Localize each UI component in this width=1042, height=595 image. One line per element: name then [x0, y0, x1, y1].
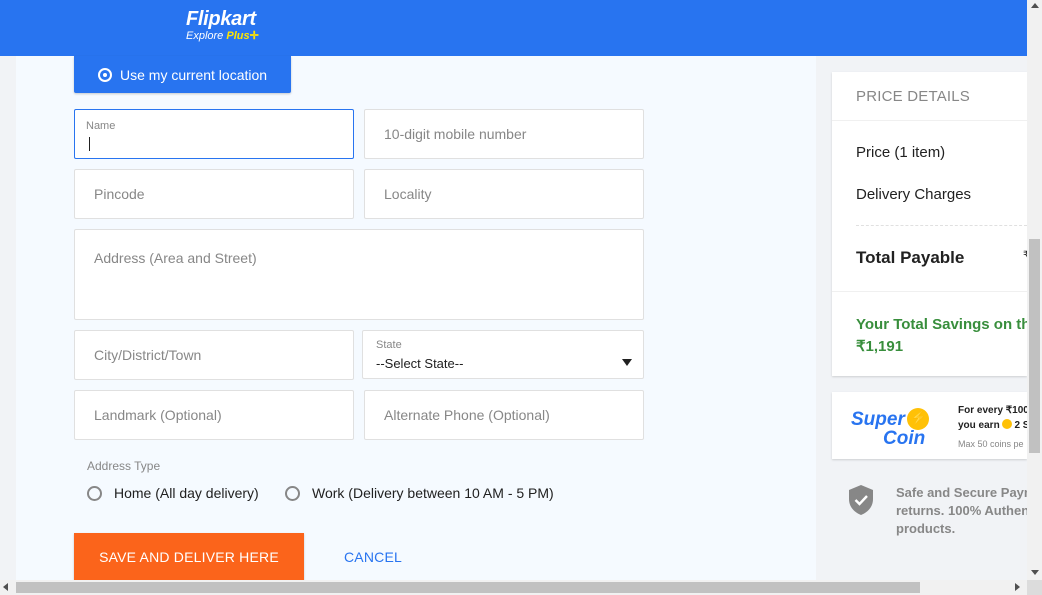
logo-name: Flipkart — [186, 8, 256, 30]
supercoin-earn-value: 2 S — [1014, 420, 1027, 431]
supercoin-info: For every ₹100 you earn 2 S Max 50 coins… — [958, 403, 1027, 452]
target-icon — [98, 67, 112, 82]
radio-home[interactable]: Home (All day delivery) — [87, 485, 259, 501]
state-label: State — [376, 339, 402, 351]
secure-line3: products. — [896, 521, 956, 536]
tagline-prefix: Explore — [186, 30, 227, 42]
city-placeholder: City/District/Town — [94, 347, 202, 363]
mobile-placeholder: 10-digit mobile number — [384, 126, 527, 142]
logo-tagline: Explore Plus✛ — [186, 30, 259, 42]
supercoin-line2: you earn 2 S — [958, 418, 1027, 433]
total-savings: Your Total Savings on th ₹1,191 — [856, 314, 1027, 358]
landmark-field[interactable]: Landmark (Optional) — [74, 390, 354, 440]
supercoin-icon — [906, 408, 929, 430]
supercoin-logo-line2: Coin — [883, 428, 926, 449]
page-left-gutter — [0, 56, 16, 580]
mobile-number-field[interactable]: 10-digit mobile number — [364, 109, 644, 159]
tagline-plus: Plus — [226, 30, 250, 42]
scroll-down-icon[interactable] — [1031, 570, 1039, 575]
pincode-field[interactable]: Pincode — [74, 169, 354, 219]
alternate-phone-placeholder: Alternate Phone (Optional) — [384, 407, 550, 423]
horizontal-scrollbar[interactable] — [0, 580, 1027, 595]
radio-work-label: Work (Delivery between 10 AM - 5 PM) — [312, 485, 554, 501]
savings-label: Your Total Savings on th — [856, 316, 1027, 333]
price-details-title: PRICE DETAILS — [856, 88, 971, 105]
price-row-label: Price (1 item) — [856, 144, 946, 161]
address-placeholder: Address (Area and Street) — [94, 250, 257, 266]
pincode-placeholder: Pincode — [94, 186, 145, 202]
savings-value: ₹1,191 — [856, 338, 904, 355]
price-details-card: PRICE DETAILS Price (1 item) Delivery Ch… — [832, 72, 1027, 376]
state-select[interactable]: State --Select State-- — [362, 330, 644, 379]
name-field[interactable]: Name — [74, 109, 354, 159]
landmark-placeholder: Landmark (Optional) — [94, 407, 222, 423]
location-button-label: Use my current location — [120, 66, 268, 83]
header-bar: Flipkart Explore Plus✛ — [0, 0, 1027, 56]
radio-work[interactable]: Work (Delivery between 10 AM - 5 PM) — [285, 485, 554, 501]
shield-check-icon — [849, 485, 873, 515]
plus-icon: ✛ — [249, 30, 259, 42]
scrollbar-corner — [1027, 580, 1042, 595]
radio-home-label: Home (All day delivery) — [114, 485, 259, 501]
supercoin-earn-label: you earn — [958, 420, 1000, 431]
divider — [832, 120, 1027, 121]
scroll-left-icon[interactable] — [3, 583, 8, 591]
delivery-charges-label: Delivery Charges — [856, 186, 972, 203]
locality-placeholder: Locality — [384, 186, 432, 202]
alternate-phone-field[interactable]: Alternate Phone (Optional) — [364, 390, 644, 440]
supercoin-card: Super Coin For every ₹100 you earn 2 S M… — [832, 392, 1027, 459]
save-and-deliver-button[interactable]: SAVE AND DELIVER HERE — [74, 533, 304, 580]
vertical-scroll-thumb[interactable] — [1029, 239, 1040, 453]
radio-circle-icon — [87, 485, 102, 501]
cancel-button[interactable]: CANCEL — [344, 549, 402, 565]
vertical-scrollbar[interactable] — [1027, 0, 1042, 580]
scroll-right-icon[interactable] — [1015, 583, 1020, 591]
scroll-up-icon[interactable] — [1031, 3, 1039, 8]
address-type-label: Address Type — [87, 459, 161, 473]
city-field[interactable]: City/District/Town — [74, 330, 354, 380]
supercoin-line3: Max 50 coins pe — [958, 439, 1024, 449]
dashed-divider — [856, 225, 1027, 226]
flipkart-logo[interactable]: Flipkart Explore Plus✛ — [186, 8, 259, 42]
secure-line1: Safe and Secure Paym — [896, 485, 1036, 500]
chevron-down-icon — [622, 359, 632, 366]
coin-icon — [1002, 419, 1013, 429]
secure-line2: returns. 100% Authen — [896, 503, 1030, 518]
locality-field[interactable]: Locality — [364, 169, 644, 219]
name-label: Name — [86, 120, 116, 132]
address-textarea[interactable]: Address (Area and Street) — [74, 229, 644, 320]
supercoin-logo: Super Coin — [851, 408, 929, 449]
supercoin-logo-line1: Super — [851, 408, 905, 430]
text-cursor — [89, 137, 90, 151]
supercoin-line1: For every ₹100 — [958, 405, 1027, 416]
divider — [832, 291, 1027, 292]
radio-circle-icon — [285, 485, 300, 501]
horizontal-scroll-thumb[interactable] — [16, 582, 920, 593]
secure-payment-text: Safe and Secure Paym returns. 100% Authe… — [896, 484, 1042, 538]
total-payable-label: Total Payable — [856, 248, 965, 267]
use-current-location-button[interactable]: Use my current location — [74, 56, 291, 93]
state-selected-value: --Select State-- — [376, 356, 464, 371]
